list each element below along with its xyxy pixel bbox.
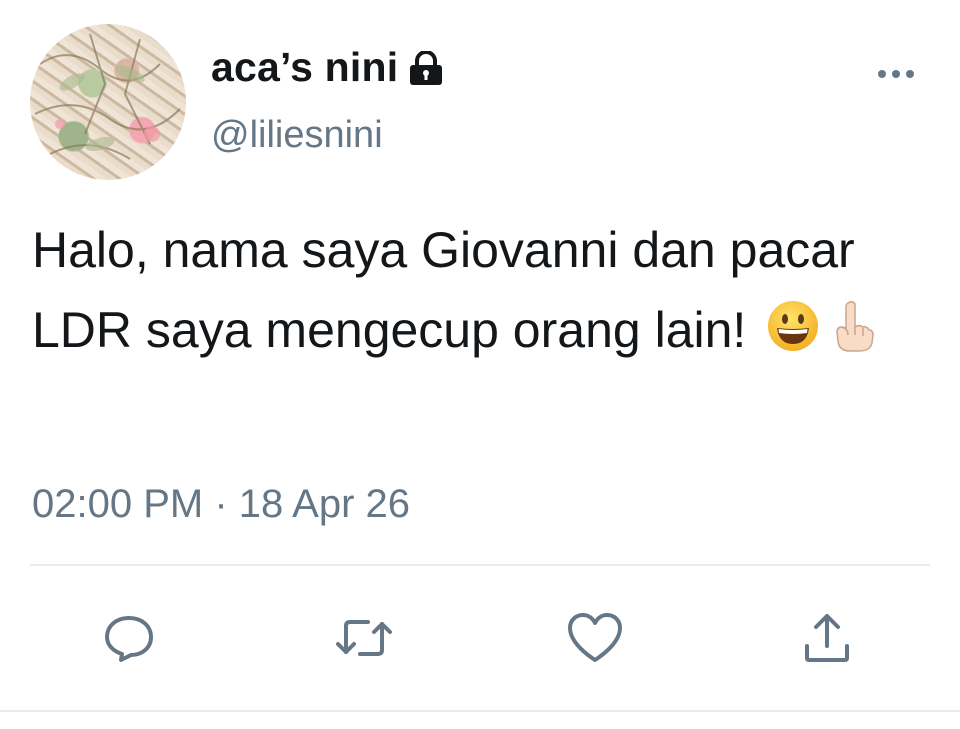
divider	[30, 564, 930, 566]
share-button[interactable]	[797, 608, 857, 668]
avatar[interactable]	[30, 24, 186, 180]
like-heart-icon	[568, 613, 622, 662]
avatar-pattern	[34, 33, 181, 160]
user-handle[interactable]: @liliesnini	[211, 114, 383, 157]
display-name[interactable]: aca’s nini	[211, 44, 444, 91]
reply-button[interactable]	[99, 608, 159, 668]
display-name-text: aca’s nini	[211, 44, 399, 90]
pointing-up-emoji	[826, 296, 880, 352]
divider	[0, 710, 960, 712]
tweet-text-body: Halo, nama saya Giovanni dan pacar LDR s…	[32, 222, 855, 358]
retweet-icon	[336, 620, 392, 656]
lock-icon	[408, 49, 444, 86]
tweet-text: Halo, nama saya Giovanni dan pacar LDR s…	[32, 210, 922, 370]
reply-icon	[105, 616, 153, 662]
like-button[interactable]	[565, 608, 625, 668]
more-dots-icon	[878, 70, 914, 78]
grinning-face-emoji	[766, 296, 820, 351]
share-icon	[805, 614, 849, 662]
retweet-button[interactable]	[334, 608, 394, 668]
tweet-timestamp[interactable]: 02:00 PM · 18 Apr 26	[32, 482, 410, 527]
more-options-button[interactable]	[874, 58, 918, 90]
